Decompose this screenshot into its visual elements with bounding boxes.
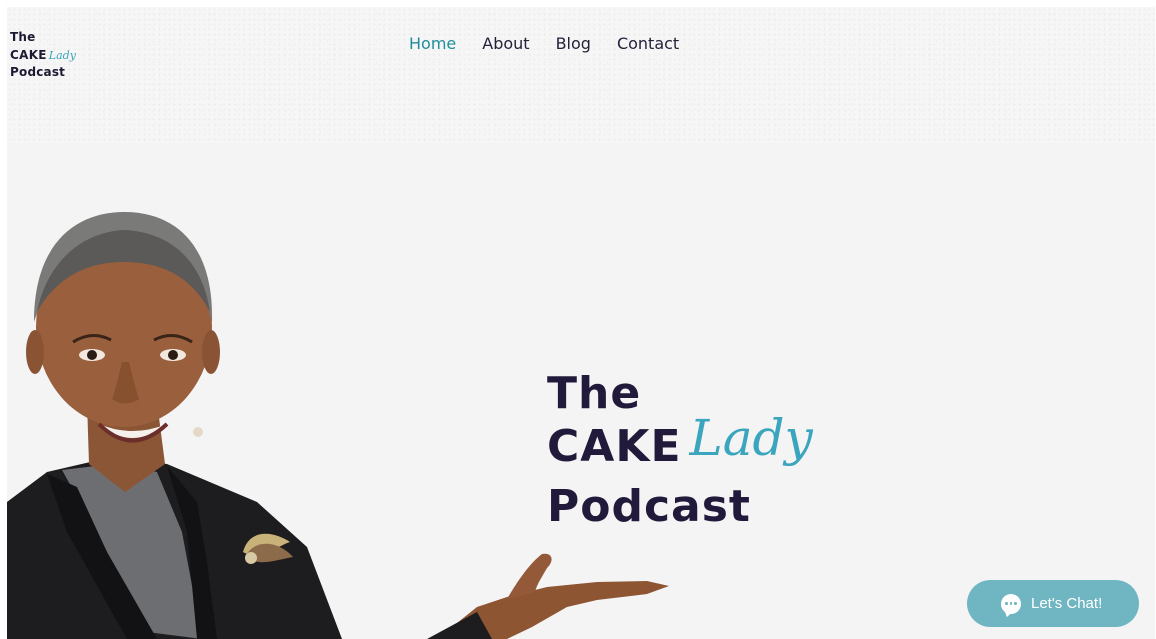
- logo-line-podcast: Podcast: [10, 65, 66, 79]
- site-logo[interactable]: The CAKE Lady Podcast: [10, 29, 100, 81]
- page: The CAKE Lady Podcast Home About Blog Con…: [7, 7, 1155, 639]
- lets-chat-label: Let's Chat!: [1031, 595, 1103, 612]
- hero-title-cake: CAKE: [547, 421, 682, 472]
- hero-title-cake-lady: CAKE Lady: [547, 413, 813, 482]
- main-nav: Home About Blog Contact: [409, 34, 679, 54]
- lets-chat-button[interactable]: Let's Chat!: [967, 580, 1139, 627]
- hero-title-lady: Lady: [689, 409, 813, 467]
- logo-word-cake: CAKE: [10, 48, 47, 62]
- logo-word-lady: Lady: [48, 49, 76, 62]
- nav-about[interactable]: About: [482, 34, 529, 54]
- nav-home[interactable]: Home: [409, 34, 456, 54]
- logo-line-the: The: [10, 30, 36, 44]
- chat-bubble-icon: [1001, 593, 1021, 614]
- logo-line-cake-lady: CAKE Lady: [10, 46, 100, 64]
- hero-title: The CAKE Lady Podcast: [547, 369, 813, 532]
- hero-title-podcast: Podcast: [547, 481, 751, 532]
- site-header: The CAKE Lady Podcast Home About Blog Con…: [7, 7, 1155, 143]
- nav-blog[interactable]: Blog: [556, 34, 591, 54]
- nav-contact[interactable]: Contact: [617, 34, 679, 54]
